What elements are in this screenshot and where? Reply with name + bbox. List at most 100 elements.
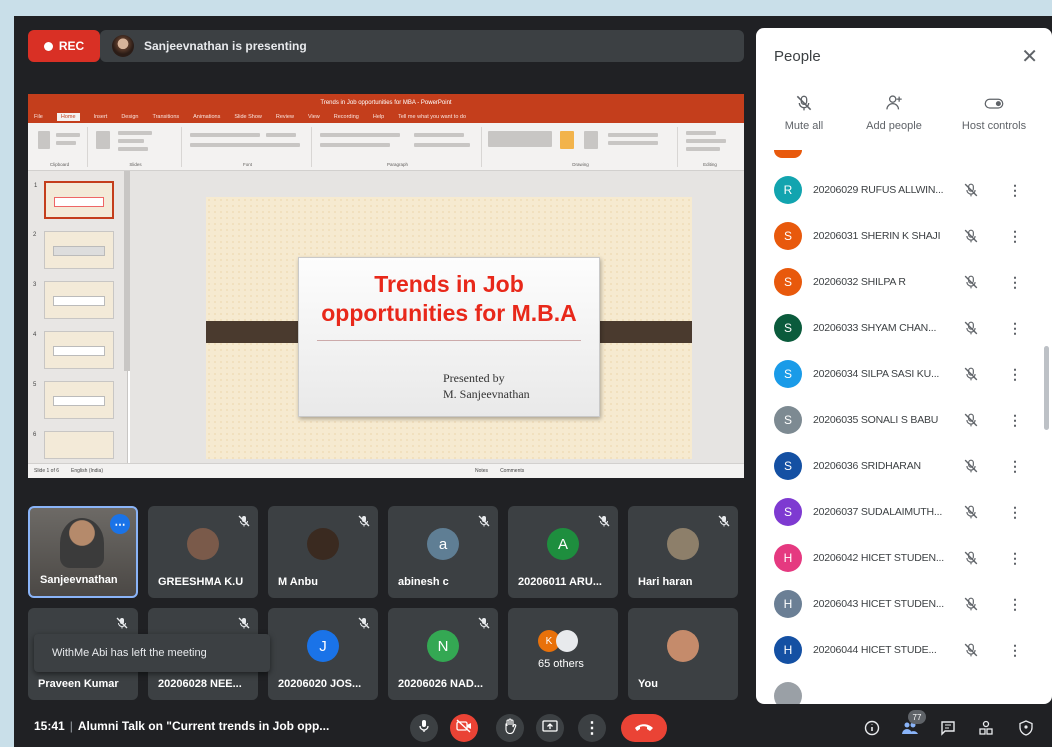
mic-off-icon[interactable]: [964, 182, 978, 203]
participant-name: 20206029 RUFUS ALLWIN...: [813, 184, 944, 196]
chat-icon[interactable]: [938, 718, 958, 738]
participant-tile[interactable]: M Anbu: [268, 506, 378, 598]
more-options-icon[interactable]: ⋮: [1008, 366, 1022, 383]
thumb-number: 4: [33, 332, 37, 338]
ribbon-tab: Animations: [193, 114, 221, 120]
presenting-text: Sanjeevnathan is presenting: [144, 39, 307, 53]
more-options-icon[interactable]: ⋮: [1008, 596, 1022, 613]
participant-row[interactable]: S 20206033 SHYAM CHAN... ⋮: [756, 306, 1052, 352]
participant-tile-you[interactable]: You: [628, 608, 738, 700]
host-controls-shield-icon[interactable]: [1016, 718, 1036, 738]
meeting-details-icon[interactable]: [862, 718, 882, 738]
participant-avatar: H: [774, 544, 802, 572]
more-options-icon[interactable]: ⋯: [110, 514, 130, 534]
participant-row[interactable]: S 20206037 SUDALAIMUTH... ⋮: [756, 490, 1052, 536]
ribbon-group-paragraph: Paragraph: [314, 127, 482, 167]
mic-off-icon[interactable]: [964, 596, 978, 617]
participant-row[interactable]: H 20206042 HICET STUDEN... ⋮: [756, 536, 1052, 582]
mute-all-label: Mute all: [784, 120, 824, 132]
participant-tile[interactable]: Hari haran: [628, 506, 738, 598]
ribbon-group-editing: Editing: [680, 127, 740, 167]
participant-tile[interactable]: a abinesh c: [388, 506, 498, 598]
mic-off-icon[interactable]: [964, 228, 978, 249]
participant-name: 20206035 SONALI S BABU: [813, 414, 939, 426]
mic-off-icon[interactable]: [964, 366, 978, 387]
ribbon-group-label: Editing: [703, 162, 717, 167]
present-button[interactable]: [536, 714, 564, 742]
participant-row[interactable]: S 20206036 SRIDHARAN ⋮: [756, 444, 1052, 490]
slide-subtitle: Presented by M. Sanjeevnathan: [443, 370, 530, 402]
panel-scrollbar[interactable]: [1044, 346, 1049, 430]
participant-name: 20206044 HICET STUDE...: [813, 644, 937, 656]
thumb-number: 1: [34, 183, 38, 189]
more-options-icon[interactable]: ⋮: [1008, 228, 1022, 245]
participant-avatar: [307, 528, 339, 560]
more-options-icon[interactable]: ⋮: [1008, 642, 1022, 659]
participant-row-partial[interactable]: [756, 674, 1052, 704]
participant-name: 20206011 ARU...: [518, 576, 602, 588]
ribbon-group-clipboard: Clipboard: [32, 127, 88, 167]
mic-off-icon[interactable]: [964, 504, 978, 525]
raise-hand-button[interactable]: [496, 714, 524, 742]
meet-window: REC Sanjeevnathan is presenting Trends i…: [14, 16, 1052, 747]
mic-off-icon[interactable]: [964, 642, 978, 663]
participant-tile[interactable]: GREESHMA K.U: [148, 506, 258, 598]
participant-avatar: [667, 528, 699, 560]
mic-button[interactable]: [410, 714, 438, 742]
mic-off-icon[interactable]: [964, 320, 978, 341]
camera-off-button[interactable]: [450, 714, 478, 742]
participant-name: Hari haran: [638, 576, 693, 588]
mic-off-icon[interactable]: [964, 458, 978, 479]
mic-off-icon[interactable]: [964, 274, 978, 295]
participant-avatar: [774, 682, 802, 704]
more-options-icon[interactable]: ⋮: [1008, 320, 1022, 337]
activities-icon[interactable]: [976, 718, 996, 738]
participant-row[interactable]: H 20206043 HICET STUDEN... ⋮: [756, 582, 1052, 628]
participant-name: GREESHMA K.U: [158, 576, 244, 588]
close-icon[interactable]: ✕: [1021, 44, 1038, 69]
more-options-icon[interactable]: ⋮: [1008, 412, 1022, 429]
participant-tile[interactable]: J 20206020 JOS...: [268, 608, 378, 700]
slide-thumbnails: 1 2 3 4 5 6: [28, 171, 128, 463]
participant-avatar: S: [774, 406, 802, 434]
mute-all-button[interactable]: Mute all: [756, 94, 852, 132]
participant-row[interactable]: R 20206029 RUFUS ALLWIN... ⋮: [756, 168, 1052, 214]
end-call-button[interactable]: [621, 714, 667, 742]
participant-row[interactable]: S 20206032 SHILPA R ⋮: [756, 260, 1052, 306]
more-options-icon[interactable]: ⋮: [1008, 504, 1022, 521]
add-people-button[interactable]: Add people: [846, 94, 942, 132]
slide-subtitle-line2: M. Sanjeevnathan: [443, 387, 530, 401]
participant-avatar: A: [547, 528, 579, 560]
rec-indicator[interactable]: REC: [28, 30, 100, 62]
mic-off-icon[interactable]: [964, 412, 978, 433]
more-options-icon[interactable]: ⋮: [1008, 458, 1022, 475]
participant-tile[interactable]: A 20206011 ARU...: [508, 506, 618, 598]
more-options-icon[interactable]: ⋮: [1008, 550, 1022, 567]
more-vert-icon: ⋮: [584, 720, 600, 737]
slide-thumbnail-2: 2: [33, 231, 114, 269]
add-person-icon: [846, 94, 942, 114]
participant-name: abinesh c: [398, 576, 449, 588]
participant-list: R 20206029 RUFUS ALLWIN... ⋮ S 20206031 …: [756, 156, 1052, 704]
participant-row[interactable]: S 20206034 SILPA SASI KU... ⋮: [756, 352, 1052, 398]
participant-tile[interactable]: N 20206026 NAD...: [388, 608, 498, 700]
mic-off-icon[interactable]: [964, 550, 978, 571]
ribbon-group-label: Slides: [129, 162, 142, 167]
participant-row[interactable]: S 20206035 SONALI S BABU ⋮: [756, 398, 1052, 444]
participant-tile-self[interactable]: ⋯ Sanjeevnathan: [28, 506, 138, 598]
ribbon-tab-home: Home: [56, 113, 80, 121]
mic-icon: [418, 719, 430, 738]
presenting-banner[interactable]: Sanjeevnathan is presenting: [100, 30, 744, 62]
bottom-control-bar: 15:41 | Alumni Talk on "Current trends in …: [14, 709, 1052, 747]
slide-title-card: Trends in Job opportunities for M.B.A Pr…: [298, 257, 600, 417]
more-options-icon[interactable]: ⋮: [1008, 182, 1022, 199]
ribbon-tab: File: [34, 114, 43, 120]
more-options-icon[interactable]: ⋮: [1008, 274, 1022, 291]
participant-row[interactable]: S 20206031 SHERIN K SHAJI ⋮: [756, 214, 1052, 260]
left-meeting-toast: WithMe Abi has left the meeting: [34, 634, 270, 672]
participant-avatar: a: [427, 528, 459, 560]
participant-row[interactable]: H 20206044 HICET STUDE... ⋮: [756, 628, 1052, 674]
host-controls-button[interactable]: Host controls: [946, 94, 1042, 132]
more-options-button[interactable]: ⋮: [578, 714, 606, 742]
participant-tile-others[interactable]: K 65 others: [508, 608, 618, 700]
